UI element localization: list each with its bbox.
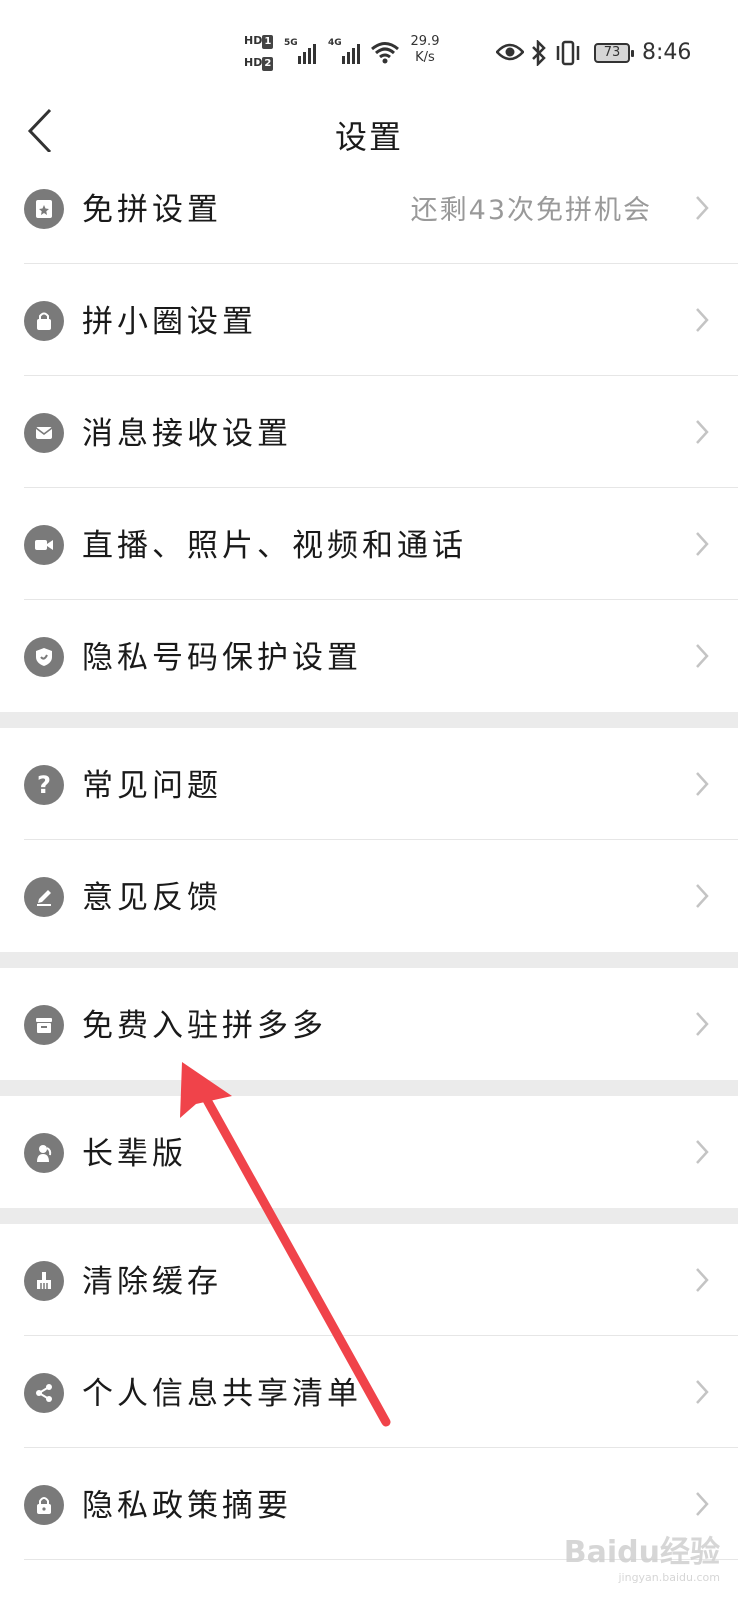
broom-icon bbox=[24, 1261, 64, 1301]
hd2-text: HD bbox=[244, 56, 263, 69]
hd-indicator-2: HD 2 bbox=[244, 56, 274, 71]
section-gap bbox=[0, 952, 738, 968]
share-icon bbox=[24, 1373, 64, 1413]
settings-item-label: 意见反馈 bbox=[82, 880, 222, 916]
chevron-right-icon bbox=[696, 772, 709, 796]
watermark-url: jingyan.baidu.com bbox=[618, 1571, 720, 1584]
wifi-icon bbox=[371, 42, 399, 64]
status-bar: HD 1 HD 2 5G 4G 29.9 K/s 73 8:46 bbox=[0, 0, 738, 92]
chevron-right-icon bbox=[696, 1012, 709, 1036]
settings-item-feedback[interactable]: 意见反馈 bbox=[0, 840, 738, 952]
watermark-logo: Baidu经验 jingyan.baidu.com bbox=[564, 1527, 720, 1584]
settings-item-label: 个人信息共享清单 bbox=[82, 1376, 362, 1412]
settings-item-circle[interactable]: 拼小圈设置 bbox=[0, 264, 738, 376]
network-type-1: 5G bbox=[284, 38, 298, 48]
video-camera-icon bbox=[24, 525, 64, 565]
section-gap bbox=[0, 1080, 738, 1096]
settings-item-label: 长辈版 bbox=[82, 1136, 187, 1172]
hd1-text: HD bbox=[244, 34, 263, 47]
settings-item-label: 免费入驻拼多多 bbox=[82, 1008, 327, 1044]
settings-item-faq[interactable]: ? 常见问题 bbox=[0, 728, 738, 840]
question-icon: ? bbox=[24, 765, 64, 805]
mail-icon bbox=[24, 413, 64, 453]
bag-icon bbox=[24, 301, 64, 341]
settings-list: 免拼设置 还剩43次免拼机会 拼小圈设置 消息接收设置 直播、照片、视频和通话 … bbox=[0, 152, 738, 1560]
chevron-right-icon bbox=[696, 1140, 709, 1164]
lock-icon bbox=[24, 1485, 64, 1525]
settings-item-elder-mode[interactable]: 长辈版 bbox=[0, 1096, 738, 1208]
network-type-2: 4G bbox=[328, 38, 342, 48]
chevron-right-icon bbox=[696, 532, 709, 556]
chevron-right-icon bbox=[696, 1268, 709, 1292]
chevron-right-icon bbox=[696, 884, 709, 908]
settings-item-data-sharing-list[interactable]: 个人信息共享清单 bbox=[0, 1336, 738, 1448]
speed-value: 29.9 bbox=[410, 34, 440, 49]
signal-icon-1 bbox=[298, 40, 316, 64]
battery-indicator: 73 bbox=[594, 43, 634, 63]
elder-icon bbox=[24, 1133, 64, 1173]
settings-item-label: 直播、照片、视频和通话 bbox=[82, 528, 467, 564]
settings-item-label: 拼小圈设置 bbox=[82, 304, 257, 340]
settings-item-label: 常见问题 bbox=[82, 768, 222, 804]
hd-indicator-1: HD 1 bbox=[244, 34, 274, 49]
section-gap bbox=[0, 712, 738, 728]
vibrate-icon bbox=[556, 40, 580, 66]
settings-item-messages[interactable]: 消息接收设置 bbox=[0, 376, 738, 488]
eye-icon bbox=[496, 43, 524, 61]
clock: 8:46 bbox=[642, 40, 692, 65]
store-icon bbox=[24, 1005, 64, 1045]
settings-item-label: 免拼设置 bbox=[82, 192, 222, 228]
speed-unit: K/s bbox=[415, 50, 435, 65]
pencil-icon bbox=[24, 877, 64, 917]
settings-item-value: 还剩43次免拼机会 bbox=[410, 195, 652, 226]
settings-item-label: 清除缓存 bbox=[82, 1264, 222, 1300]
section-gap bbox=[0, 1208, 738, 1224]
card-icon bbox=[24, 189, 64, 229]
chevron-right-icon bbox=[696, 1380, 709, 1404]
hd1-number: 1 bbox=[262, 35, 274, 49]
settings-item-privacy-number[interactable]: 隐私号码保护设置 bbox=[0, 600, 738, 712]
settings-item-clear-cache[interactable]: 清除缓存 bbox=[0, 1224, 738, 1336]
network-speed: 29.9 K/s bbox=[408, 34, 442, 66]
chevron-right-icon bbox=[696, 420, 709, 444]
chevron-right-icon bbox=[696, 1492, 709, 1516]
settings-item-free-group[interactable]: 免拼设置 还剩43次免拼机会 bbox=[0, 152, 738, 264]
settings-item-merchant-signup[interactable]: 免费入驻拼多多 bbox=[0, 968, 738, 1080]
hd2-number: 2 bbox=[262, 57, 274, 71]
chevron-right-icon bbox=[696, 308, 709, 332]
settings-item-label: 隐私政策摘要 bbox=[82, 1488, 292, 1524]
chevron-right-icon bbox=[696, 196, 709, 220]
watermark-brand: Baidu经验 bbox=[563, 1535, 720, 1570]
chevron-right-icon bbox=[696, 644, 709, 668]
settings-item-live-media[interactable]: 直播、照片、视频和通话 bbox=[0, 488, 738, 600]
settings-item-label: 隐私号码保护设置 bbox=[82, 640, 362, 676]
settings-item-label: 消息接收设置 bbox=[82, 416, 292, 452]
shield-icon bbox=[24, 637, 64, 677]
signal-icon-2 bbox=[342, 40, 360, 64]
bluetooth-icon bbox=[532, 40, 546, 66]
